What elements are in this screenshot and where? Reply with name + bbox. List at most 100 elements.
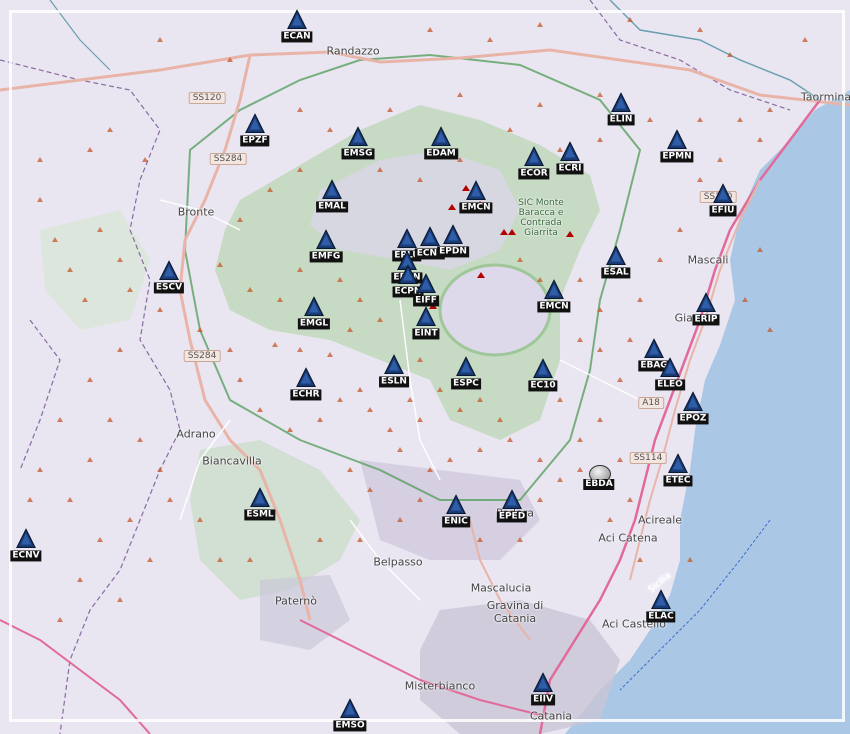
seismometer-triangle-icon — [159, 260, 179, 281]
seismometer-triangle-icon — [466, 180, 486, 201]
station-epoz[interactable]: EPOZ — [673, 391, 713, 429]
station-code-label: EMSG — [341, 148, 375, 160]
station-emal[interactable]: EMAL — [312, 179, 352, 217]
road-ss120: SS120 — [188, 92, 226, 104]
seismometer-triangle-icon — [544, 279, 564, 300]
seismometer-triangle-icon — [667, 129, 687, 150]
map-canvas[interactable]: Randazzo Taormina Bronte Mascali Giar Ad… — [0, 0, 850, 734]
gps-station-ebda[interactable]: EBDA — [583, 465, 615, 495]
station-elin[interactable]: ELIN — [601, 92, 641, 130]
seismometer-triangle-icon — [683, 391, 703, 412]
station-esal[interactable]: ESAL — [596, 245, 636, 283]
station-emfg[interactable]: EMFG — [306, 229, 346, 267]
station-esln[interactable]: ESLN — [374, 354, 414, 392]
station-code-label: EIIV — [531, 694, 555, 706]
seismometer-triangle-icon — [348, 126, 368, 147]
seismometer-triangle-icon — [611, 92, 631, 113]
seismometer-triangle-icon — [713, 183, 733, 204]
station-code-label: EPED — [496, 511, 528, 523]
station-elac[interactable]: ELAC — [641, 589, 681, 627]
seismometer-triangle-icon — [443, 224, 463, 245]
station-code-label: ESML — [244, 509, 276, 521]
seismometer-triangle-icon — [322, 179, 342, 200]
station-code-label: ETEC — [663, 475, 693, 487]
seismometer-triangle-icon — [250, 487, 270, 508]
seismometer-triangle-icon — [304, 296, 324, 317]
station-code-label: EMCN — [459, 202, 493, 214]
place-randazzo: Randazzo — [326, 44, 380, 58]
station-code-label: EC10 — [528, 380, 558, 392]
seismometer-triangle-icon — [560, 141, 580, 162]
station-espc[interactable]: ESPC — [446, 356, 486, 394]
seismometer-triangle-icon — [446, 494, 466, 515]
seismometer-triangle-icon — [416, 273, 436, 294]
road-ss284-south: SS284 — [183, 350, 221, 362]
place-bronte: Bronte — [177, 205, 215, 219]
place-acireale: Acireale — [637, 513, 683, 527]
place-misterbianco: Misterbianco — [404, 679, 476, 693]
road-a18: A18 — [638, 397, 664, 409]
seismometer-triangle-icon — [245, 113, 265, 134]
station-code-label: EPOZ — [677, 413, 709, 425]
seismometer-triangle-icon — [340, 698, 360, 719]
station-code-label: ESAL — [601, 267, 631, 279]
station-code-label: ELIN — [607, 114, 635, 126]
station-efiu[interactable]: EFIU — [703, 183, 743, 221]
station-code-label: ERIP — [692, 314, 720, 326]
place-gravina-di-catania: Gravina di Catania — [486, 599, 544, 625]
map-base-layer — [0, 0, 850, 734]
station-erip[interactable]: ERIP — [686, 292, 726, 330]
station-emcn[interactable]: EMCN — [534, 279, 574, 317]
station-eiiv[interactable]: EIIV — [523, 672, 563, 710]
seismometer-triangle-icon — [384, 354, 404, 375]
station-code-label: EDAM — [424, 148, 458, 160]
station-epmn[interactable]: EPMN — [657, 129, 697, 167]
station-code-label: ELAC — [646, 611, 676, 623]
station-emsg[interactable]: EMSG — [338, 126, 378, 164]
station-epdn[interactable]: EPDN — [433, 224, 473, 262]
seismometer-triangle-icon — [606, 245, 626, 266]
station-ecri[interactable]: ECRI — [550, 141, 590, 179]
place-sic-monte-baracca: SIC Monte Baracca e Contrada Giarrita — [518, 198, 564, 238]
station-code-label: EMFG — [309, 251, 343, 263]
station-code-label: ECRI — [556, 163, 584, 175]
station-code-label: EPZF — [240, 135, 270, 147]
gps-code-label: EBDA — [583, 479, 615, 490]
station-code-label: EMSO — [333, 720, 367, 732]
seismometer-triangle-icon — [696, 292, 716, 313]
station-code-label: EPDN — [437, 246, 469, 258]
seismometer-triangle-icon — [533, 358, 553, 379]
place-aci-catena: Aci Catena — [598, 531, 658, 545]
station-emcn[interactable]: EMCN — [456, 180, 496, 218]
station-code-label: EMAL — [316, 201, 348, 213]
station-emgl[interactable]: EMGL — [294, 296, 334, 334]
station-ecor[interactable]: ECOR — [514, 146, 554, 184]
station-code-label: ECOR — [518, 168, 550, 180]
station-eint[interactable]: EINT — [406, 306, 446, 344]
station-etec[interactable]: ETEC — [658, 453, 698, 491]
place-adrano: Adrano — [176, 427, 216, 441]
station-code-label: ECNV — [10, 550, 42, 562]
station-code-label: ELEO — [655, 379, 685, 391]
station-epzf[interactable]: EPZF — [235, 113, 275, 151]
station-esml[interactable]: ESML — [240, 487, 280, 525]
station-enic[interactable]: ENIC — [436, 494, 476, 532]
station-edam[interactable]: EDAM — [421, 126, 461, 164]
station-echr[interactable]: ECHR — [286, 367, 326, 405]
station-ec10[interactable]: EC10 — [523, 358, 563, 396]
place-biancavilla: Biancavilla — [202, 454, 262, 468]
station-eped[interactable]: EPED — [492, 489, 532, 527]
seismometer-triangle-icon — [524, 146, 544, 167]
station-emso[interactable]: EMSO — [330, 698, 370, 734]
station-code-label: ENIC — [442, 516, 470, 528]
station-ecnv[interactable]: ECNV — [6, 528, 46, 566]
station-code-label: ESLN — [379, 376, 409, 388]
seismometer-triangle-icon — [416, 306, 436, 327]
place-mascalucia: Mascalucia — [470, 581, 532, 595]
road-ss284-north: SS284 — [209, 153, 247, 165]
seismometer-triangle-icon — [456, 356, 476, 377]
station-escv[interactable]: ESCV — [149, 260, 189, 298]
seismometer-triangle-icon — [668, 453, 688, 474]
station-ecan[interactable]: ECAN — [277, 9, 317, 47]
station-eleo[interactable]: ELEO — [650, 357, 690, 395]
